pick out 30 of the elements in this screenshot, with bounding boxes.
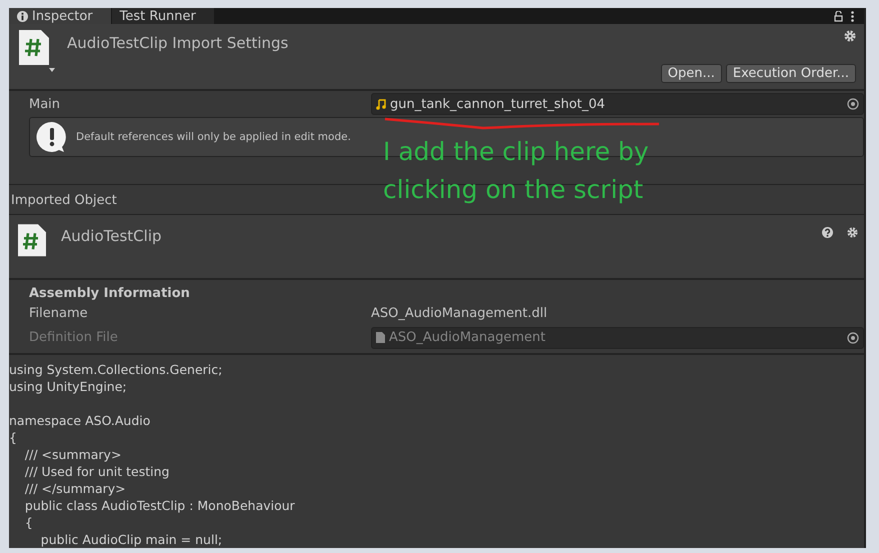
lock-icon[interactable] bbox=[834, 10, 843, 22]
header-button[interactable]: Execution Order... bbox=[726, 64, 856, 84]
help-message: Default references will only be applied in edit mode. bbox=[76, 130, 351, 143]
section-title: Assembly Information bbox=[28, 286, 191, 301]
info-icon bbox=[17, 10, 28, 22]
field-label: Definition File bbox=[29, 330, 119, 346]
field-value: ASO_AudioManagement.dll bbox=[371, 306, 548, 322]
object-name: AudioTestClip bbox=[61, 226, 162, 247]
warning-bubble-icon bbox=[36, 120, 68, 153]
field-label: Main bbox=[29, 96, 62, 112]
field-label: Filename bbox=[29, 306, 89, 322]
field-value: ASO_AudioManagement bbox=[389, 330, 546, 346]
code-text: using System.Collections.Generic; using UnityEngine; namespace ASO.Audio { /// <summary> /// Used for unit testing /// </summary> public class AudioTestClip : MonoBehaviour { public AudioClip main = null; bbox=[9, 360, 296, 548]
script-file-icon bbox=[17, 222, 47, 258]
tab[interactable]: Test Runner bbox=[112, 8, 215, 24]
header-button[interactable]: Open... bbox=[660, 64, 722, 84]
object-picker-icon[interactable] bbox=[847, 332, 859, 344]
music-note-icon bbox=[376, 98, 386, 110]
more-icon[interactable] bbox=[851, 10, 854, 22]
object-field[interactable]: gun_tank_cannon_turret_shot_04 bbox=[371, 93, 864, 116]
settings-icon[interactable] bbox=[844, 30, 856, 42]
inspector-title: AudioTestClip Import Settings bbox=[67, 34, 288, 54]
settings-icon[interactable] bbox=[847, 226, 858, 238]
field-value: gun_tank_cannon_turret_shot_04 bbox=[390, 96, 606, 112]
help-icon[interactable] bbox=[822, 226, 833, 238]
object-picker-icon[interactable] bbox=[847, 98, 859, 110]
document-icon bbox=[376, 332, 385, 344]
script-file-icon[interactable] bbox=[19, 30, 55, 74]
annotation-text: I add the clip here by clicking on the script bbox=[383, 136, 649, 206]
tab[interactable]: Inspector bbox=[9, 8, 112, 24]
